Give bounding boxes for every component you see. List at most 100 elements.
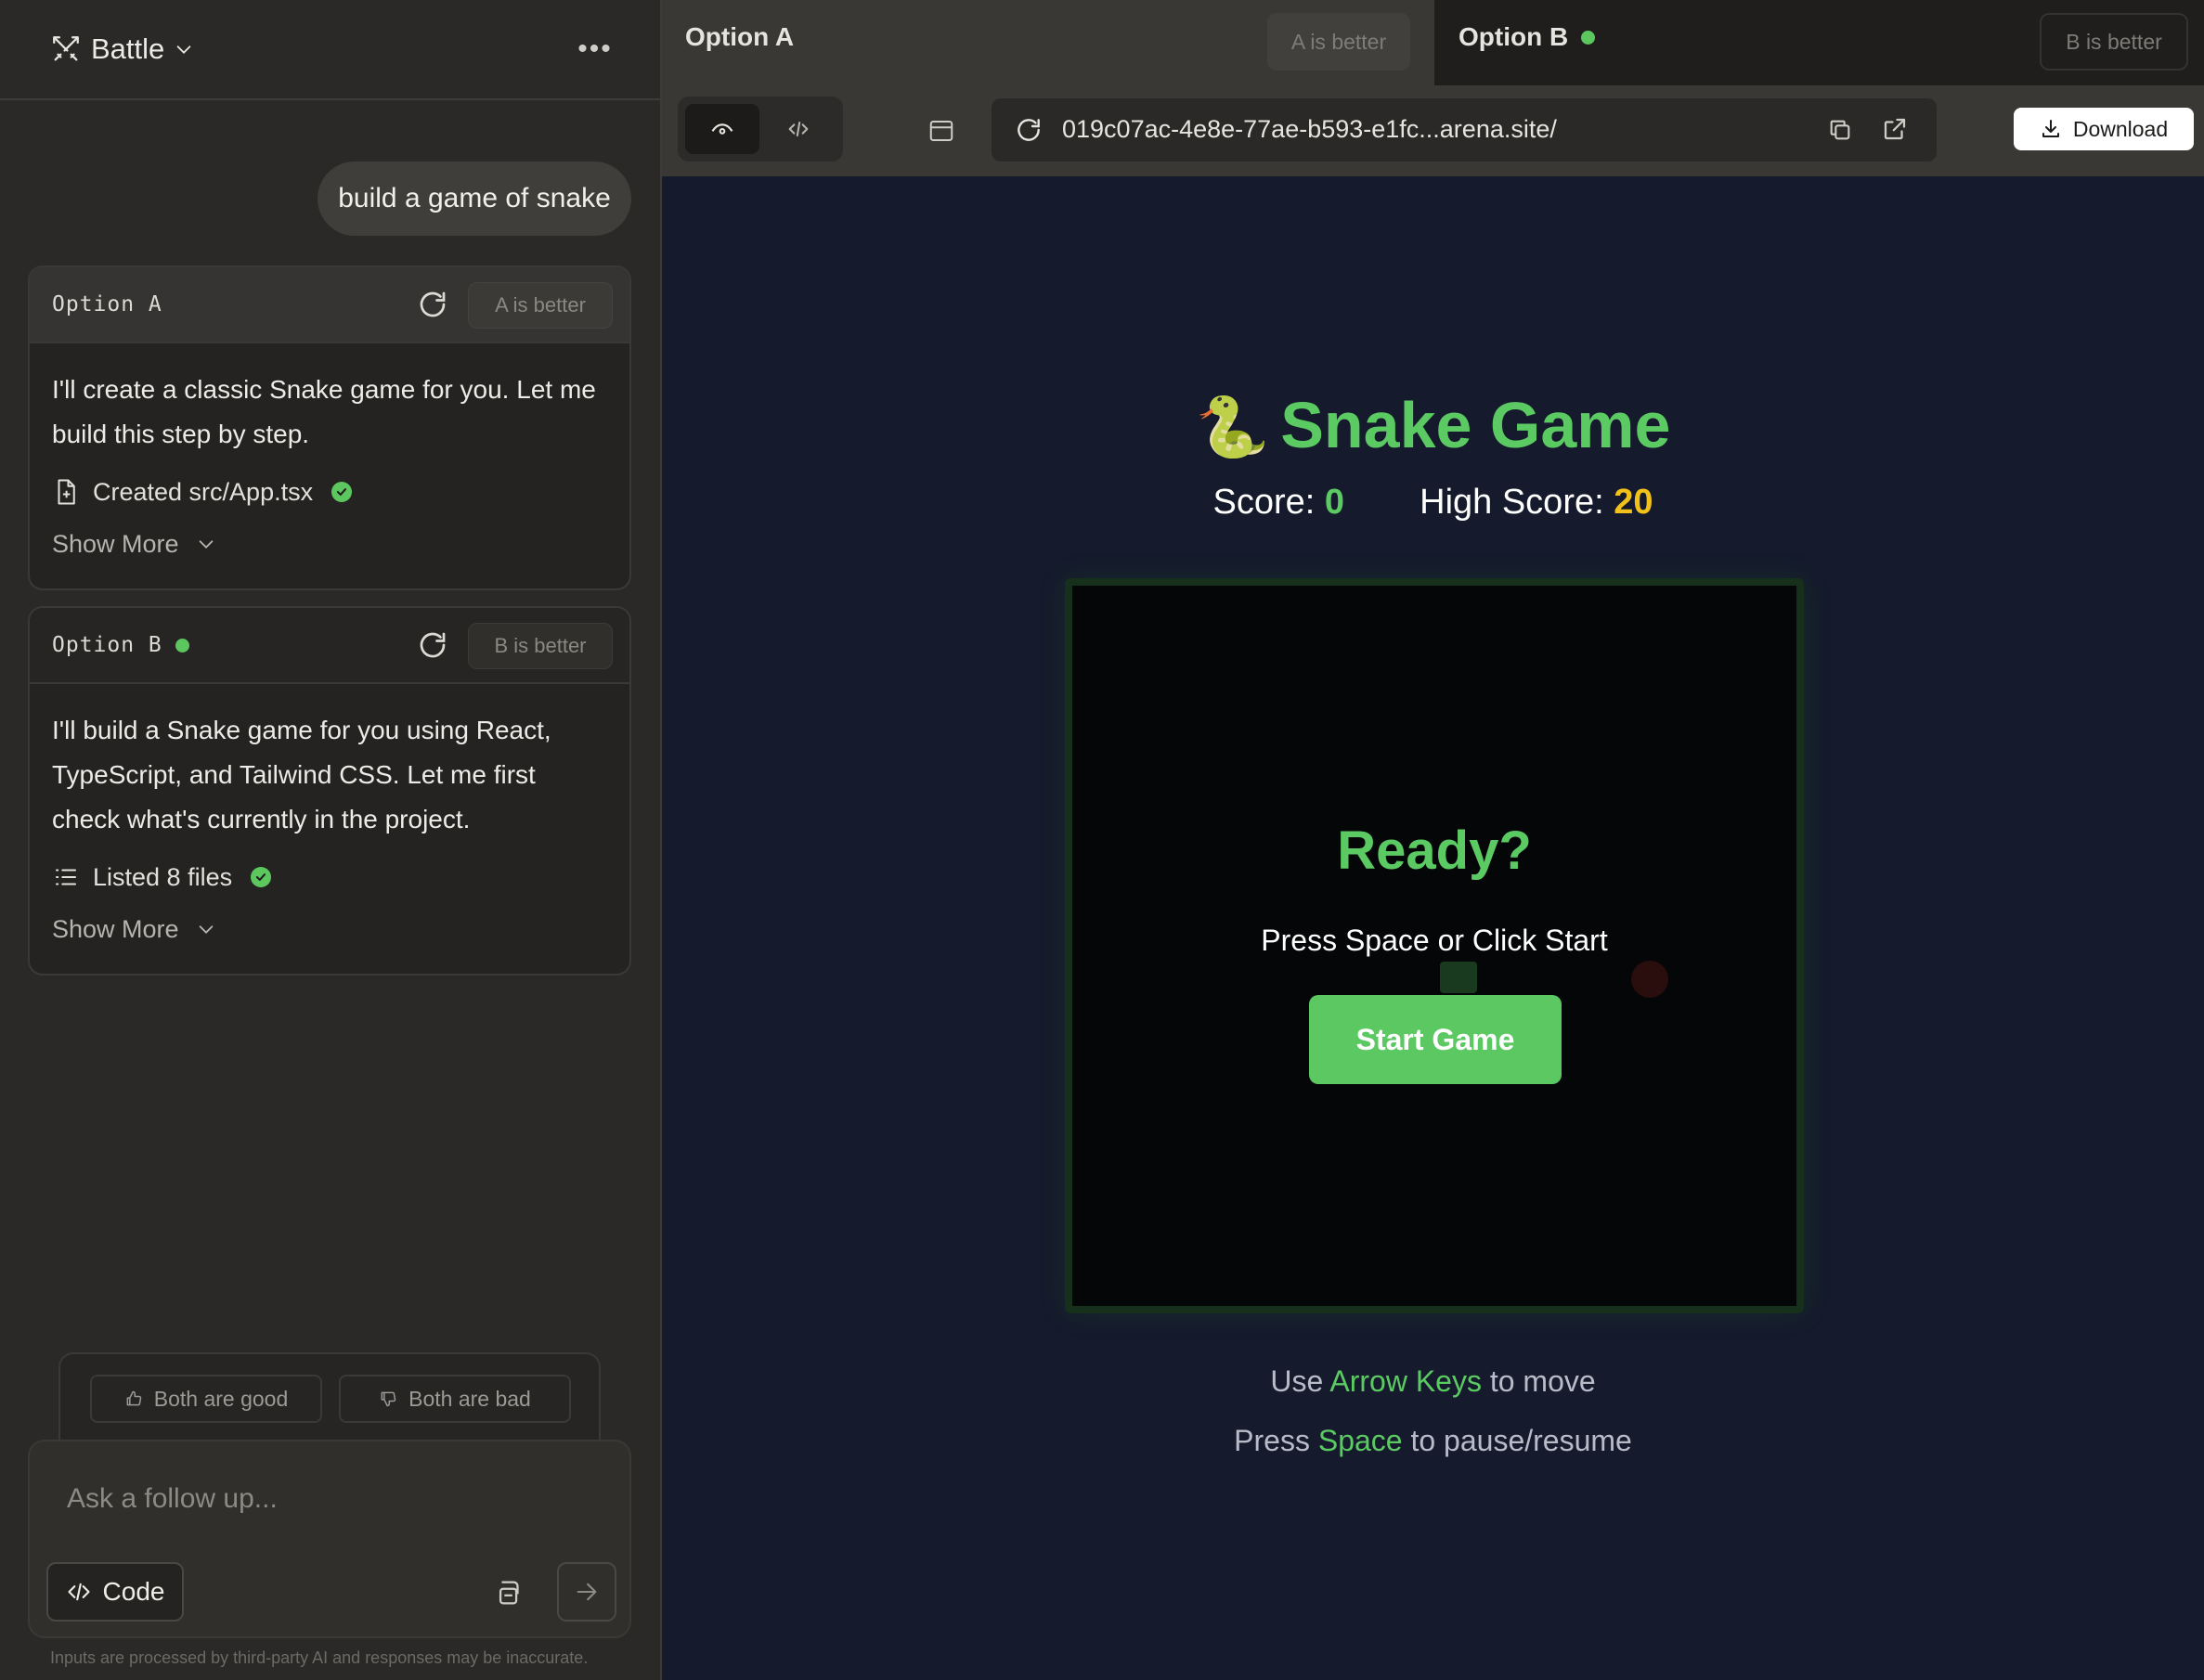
eye-icon	[711, 123, 733, 135]
external-link-icon[interactable]	[1881, 115, 1909, 143]
game-title-text: Snake Game	[1280, 389, 1671, 461]
thumbs-down-icon	[381, 1391, 396, 1407]
option-tabs: Option A A is better Option B B is bette…	[662, 0, 2204, 85]
help-pause: Press Space to pause/resume	[662, 1424, 2204, 1458]
help-pause-prefix: Press	[1234, 1424, 1310, 1457]
file-plus-icon	[58, 479, 75, 505]
tab-option-b[interactable]: Option B	[1459, 22, 1596, 52]
game-title: 🐍 Snake Game	[662, 388, 2204, 462]
user-message: build a game of snake	[318, 162, 631, 236]
chevron-down-icon	[199, 925, 213, 934]
copy-icon[interactable]	[1827, 117, 1853, 143]
follow-up-input[interactable]	[67, 1479, 587, 1519]
high-score-label: High Score:	[1420, 483, 1604, 522]
code-icon	[788, 121, 809, 137]
list-icon	[56, 869, 76, 885]
status-dot	[1581, 30, 1596, 45]
snake-emoji: 🐍	[1195, 394, 1270, 460]
tool-call-text: Listed 8 files	[93, 863, 233, 891]
show-more-button[interactable]: Show More	[52, 907, 607, 951]
more-icon[interactable]: •••	[576, 28, 615, 71]
option-b-card: Option B B is better I'll build a Snake …	[28, 606, 631, 976]
attach-icon[interactable]	[494, 1577, 525, 1609]
code-mode-label: Code	[102, 1577, 165, 1606]
tab-option-a-label: Option A	[685, 22, 795, 51]
url-text[interactable]: 019c07ac-4e8e-77ae-b593-e1fc...arena.sit…	[1062, 115, 1557, 144]
score-value: 0	[1324, 483, 1344, 522]
press-instruction: Press Space or Click Start	[1261, 924, 1608, 957]
code-icon	[67, 1583, 90, 1601]
mode-selector[interactable]: Battle	[50, 28, 194, 71]
help-move-suffix: to move	[1489, 1364, 1596, 1398]
arrow-right-icon	[577, 1583, 597, 1601]
option-b-title: Option B	[52, 633, 162, 657]
chat-panel: Battle ••• build a game of snake Option …	[0, 0, 662, 1680]
help-move-prefix: Use	[1270, 1364, 1324, 1398]
food-item	[1631, 961, 1668, 998]
snake-segment	[1440, 962, 1477, 993]
show-more-label: Show More	[52, 530, 179, 558]
high-score-value: 20	[1614, 483, 1653, 522]
both-bad-button[interactable]: Both are bad	[339, 1375, 571, 1423]
follow-up-box: Code	[28, 1440, 631, 1638]
a-is-better-button[interactable]: A is better	[468, 282, 613, 329]
status-dot	[175, 638, 189, 653]
option-b-body: I'll build a Snake game for you using Re…	[30, 684, 629, 951]
score-line: Score: 0 High Score: 20	[662, 483, 2204, 523]
mode-label: Battle	[91, 32, 165, 65]
start-game-button[interactable]: Start Game	[1309, 995, 1562, 1084]
download-button[interactable]: Download	[2014, 108, 2194, 150]
tab-option-b-label: Option B	[1459, 22, 1569, 51]
b-is-better-tab-button[interactable]: B is better	[2040, 13, 2188, 71]
refresh-icon[interactable]	[416, 288, 449, 321]
option-b-header: Option B B is better	[30, 608, 629, 684]
help-pause-key: Space	[1317, 1424, 1403, 1457]
vote-bar: Both are good Both are bad	[58, 1352, 601, 1440]
code-mode-button[interactable]: Code	[46, 1562, 184, 1622]
download-icon	[2042, 120, 2059, 137]
send-button[interactable]	[557, 1562, 616, 1622]
refresh-icon[interactable]	[1014, 115, 1044, 145]
option-a-header: Option A A is better	[30, 267, 629, 343]
chevron-down-icon	[176, 45, 191, 54]
panel-icon[interactable]	[927, 117, 955, 145]
tool-call-text: Created src/App.tsx	[93, 478, 314, 506]
tool-call-row[interactable]: Listed 8 files	[52, 855, 607, 899]
option-a-title: Option A	[52, 292, 162, 317]
tool-call-row[interactable]: Created src/App.tsx	[52, 470, 607, 514]
check-icon	[251, 867, 272, 887]
download-label: Download	[2072, 116, 2169, 141]
swords-icon	[53, 36, 79, 61]
b-is-better-button[interactable]: B is better	[468, 623, 613, 669]
view-toggle	[678, 97, 843, 162]
chat-header: Battle •••	[0, 0, 660, 100]
both-bad-label: Both are bad	[408, 1386, 531, 1411]
thumbs-up-icon	[126, 1390, 141, 1406]
help-pause-suffix: to pause/resume	[1410, 1424, 1632, 1457]
ready-heading: Ready?	[1337, 821, 1532, 881]
option-a-message: I'll create a classic Snake game for you…	[52, 375, 596, 448]
option-a-body: I'll create a classic Snake game for you…	[30, 343, 629, 566]
a-is-better-tab-button[interactable]: A is better	[1267, 13, 1410, 71]
both-good-button[interactable]: Both are good	[90, 1375, 322, 1423]
refresh-icon[interactable]	[416, 628, 449, 662]
game-board[interactable]: Ready? Press Space or Click Start Start …	[1065, 578, 1804, 1313]
tab-option-a[interactable]: Option A A is better	[662, 0, 1434, 85]
preview-panel: Option A A is better Option B B is bette…	[662, 0, 2204, 1680]
help-move-keys: Arrow Keys	[1329, 1364, 1482, 1398]
disclaimer: Inputs are processed by third-party AI a…	[50, 1648, 589, 1667]
score-label: Score:	[1212, 483, 1316, 522]
show-more-label: Show More	[52, 915, 179, 943]
option-b-message: I'll build a Snake game for you using Re…	[52, 716, 551, 834]
preview-view-button[interactable]	[685, 104, 759, 154]
check-icon	[331, 482, 353, 502]
option-a-card: Option A A is better I'll create a class…	[28, 265, 631, 590]
game-preview: 🐍 Snake Game Score: 0 High Score: 20 Read…	[662, 176, 2204, 1680]
app-root: Battle ••• build a game of snake Option …	[0, 0, 2204, 1680]
help-move: Use Arrow Keys to move	[662, 1364, 2204, 1399]
both-good-label: Both are good	[153, 1386, 289, 1411]
chevron-down-icon	[199, 540, 213, 549]
code-view-button[interactable]	[761, 104, 836, 154]
show-more-button[interactable]: Show More	[52, 522, 607, 566]
url-bar: 019c07ac-4e8e-77ae-b593-e1fc...arena.sit…	[992, 98, 1937, 162]
